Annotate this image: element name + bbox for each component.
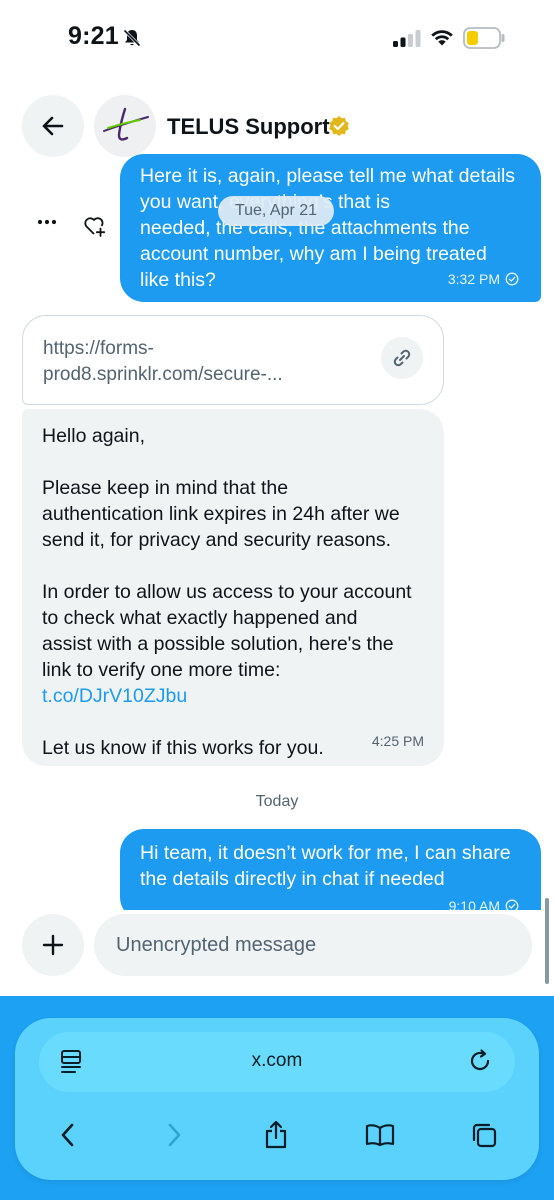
tabs-icon xyxy=(472,1123,497,1148)
message-line: to check what exactly happened and xyxy=(42,607,358,629)
message-line: the details directly in chat if needed xyxy=(140,868,445,890)
chevron-right-icon xyxy=(168,1123,181,1147)
date-separator: Tue, Apr 21 xyxy=(218,196,334,226)
bookmarks-button[interactable] xyxy=(363,1118,397,1152)
contact-name[interactable]: TELUS Support xyxy=(167,114,330,140)
message-line: Hello again, xyxy=(42,425,145,447)
tabs-button[interactable] xyxy=(467,1118,501,1152)
message-composer xyxy=(0,910,554,996)
message-meta: 3:32 PM xyxy=(448,266,519,292)
chevron-left-icon xyxy=(61,1123,74,1147)
message-line: assist with a possible solution, here's … xyxy=(42,633,394,655)
back-arrow-icon xyxy=(42,116,64,136)
message-input[interactable] xyxy=(94,914,532,976)
more-icon[interactable] xyxy=(36,217,58,227)
open-link-button[interactable] xyxy=(381,337,423,379)
sent-check-icon xyxy=(505,272,519,286)
message-line: Let us know if this works for you. xyxy=(42,737,324,759)
back-nav-button[interactable] xyxy=(51,1118,85,1152)
message-line: authentication link expires in 24h after… xyxy=(42,503,400,525)
signal-icon xyxy=(393,30,421,47)
bell-off-icon xyxy=(123,29,141,47)
reload-icon[interactable] xyxy=(467,1048,493,1074)
outgoing-message[interactable]: Here it is, again, please tell me what d… xyxy=(120,154,541,302)
message-line: Hi team, it doesn’t work for me, I can s… xyxy=(140,842,511,864)
message-line: Please keep in mind that the xyxy=(42,477,289,499)
status-bar: 9:21 xyxy=(0,0,554,80)
message-line: In order to allow us access to your acco… xyxy=(42,581,412,603)
battery-icon xyxy=(463,27,505,49)
bookmarks-icon xyxy=(365,1124,395,1147)
add-reaction-icon[interactable] xyxy=(83,215,107,237)
status-time: 9:21 xyxy=(68,22,119,50)
wifi-icon xyxy=(431,30,453,46)
incoming-message[interactable]: Hello again, Please keep in mind that th… xyxy=(22,409,444,766)
forward-nav-button[interactable] xyxy=(157,1118,191,1152)
message-link[interactable]: t.co/DJrV10ZJbu xyxy=(42,685,187,707)
browser-toolbar: x.com xyxy=(15,1018,539,1180)
plus-icon xyxy=(42,934,64,956)
add-media-button[interactable] xyxy=(22,914,84,976)
conversation-header: TELUS Support xyxy=(0,90,554,162)
message-line: account number, why am I being treated xyxy=(140,243,487,265)
message-time: 3:32 PM xyxy=(447,271,500,287)
message-time: 4:25 PM xyxy=(371,733,424,749)
link-preview-url-line: prod8.sprinklr.com/secure-... xyxy=(43,364,283,385)
message-line: send it, for privacy and security reason… xyxy=(42,529,391,551)
today-separator: Today xyxy=(255,793,299,810)
link-preview-url-line: https://forms- xyxy=(43,338,154,359)
share-icon xyxy=(265,1120,287,1149)
address-bar[interactable]: x.com xyxy=(39,1032,515,1092)
verified-badge-icon xyxy=(329,116,349,136)
telus-logo xyxy=(103,107,149,141)
avatar[interactable] xyxy=(94,95,156,157)
message-line: link to verify one more time: xyxy=(42,659,281,681)
link-preview-card[interactable]: https://forms- prod8.sprinklr.com/secure… xyxy=(22,315,444,405)
outgoing-message[interactable]: Hi team, it doesn’t work for me, I can s… xyxy=(120,829,541,921)
back-button[interactable] xyxy=(22,95,84,157)
browser-nav-row xyxy=(15,1110,539,1158)
link-icon xyxy=(393,349,411,367)
scrollbar[interactable] xyxy=(545,898,549,984)
message-line: Here it is, again, please tell me what d… xyxy=(140,165,516,187)
share-button[interactable] xyxy=(259,1118,293,1152)
url-text: x.com xyxy=(251,1050,303,1071)
